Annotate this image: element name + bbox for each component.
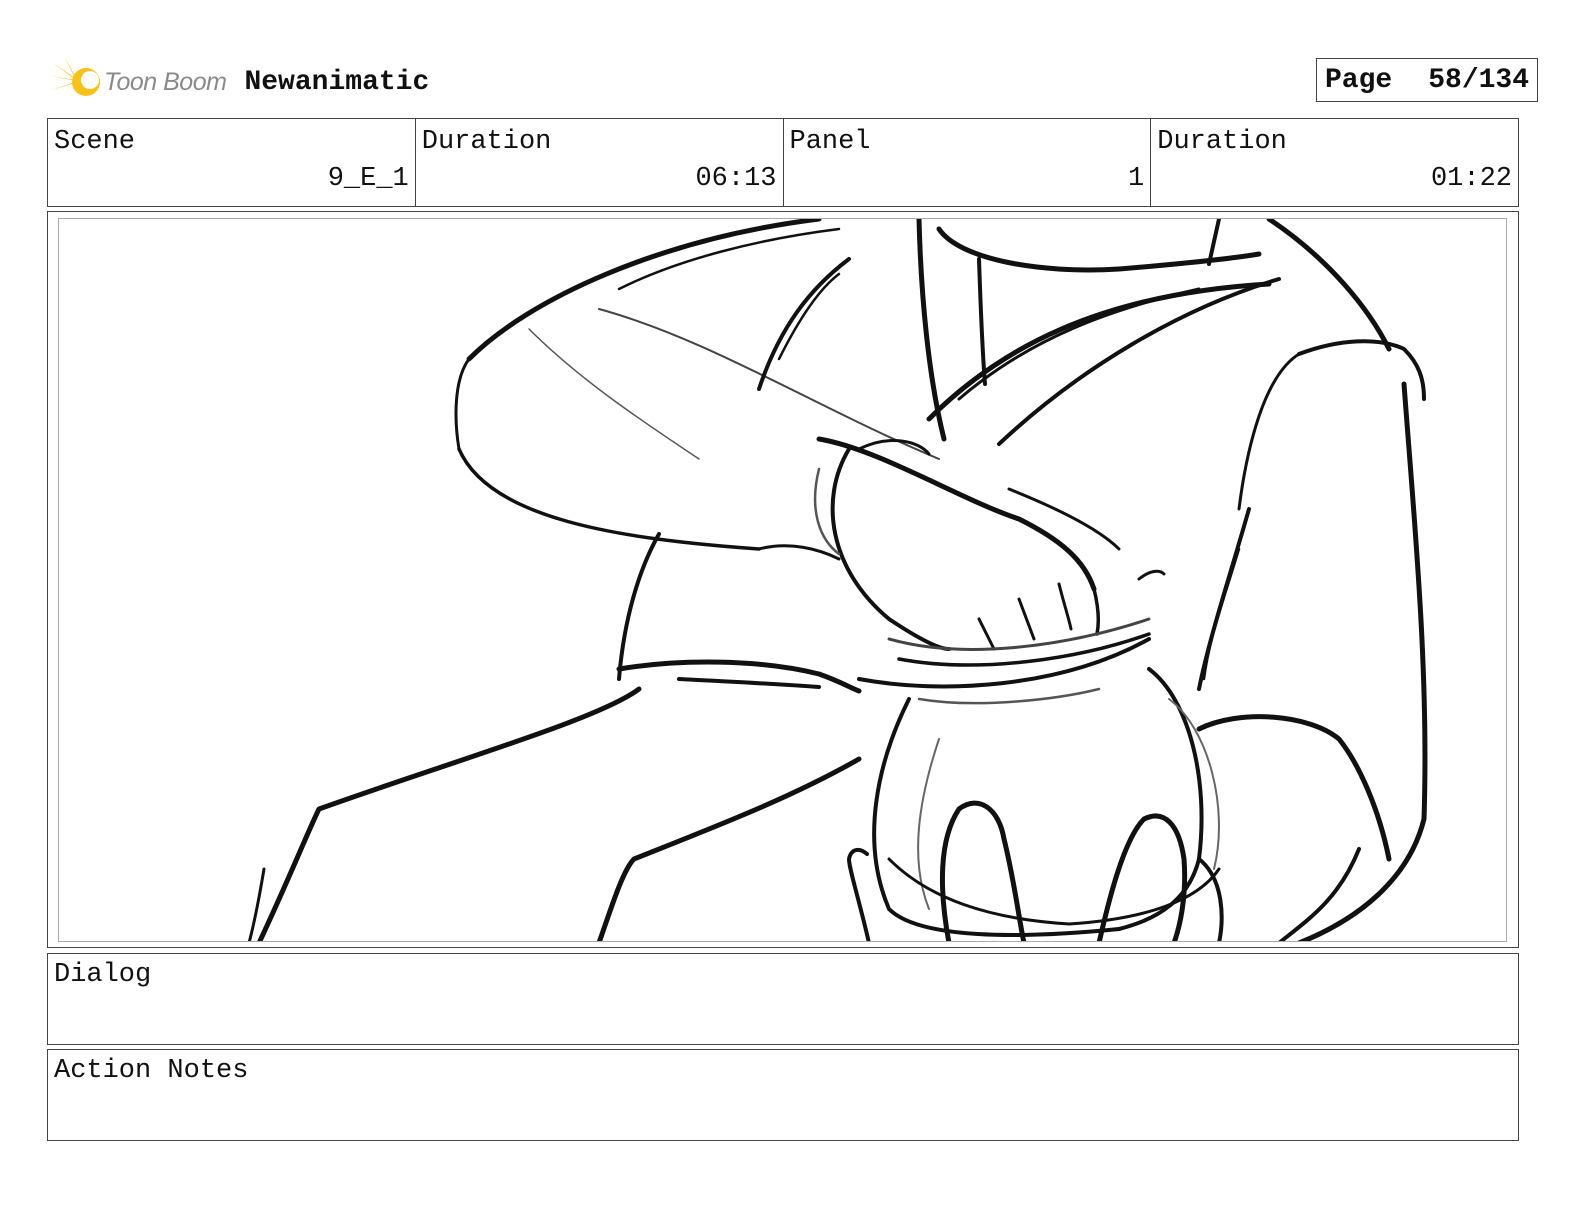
sketch-stroke — [617, 532, 661, 681]
sketch-stroke — [1017, 597, 1036, 641]
sketch-stroke — [777, 272, 841, 361]
sketch-stroke — [1202, 547, 1241, 681]
action-notes-box: Action Notes — [47, 1049, 1519, 1141]
sketch-stroke — [1092, 587, 1100, 636]
page-label: Page — [1325, 64, 1393, 96]
sketch-stroke — [257, 686, 642, 941]
sketch-stroke — [816, 436, 1097, 592]
sketch-stroke — [598, 308, 940, 460]
sketch-stroke — [247, 867, 266, 941]
panel-duration-label: Duration — [1157, 127, 1287, 157]
sketch-stroke — [897, 632, 1151, 667]
sketch-stroke — [757, 257, 851, 391]
project-title: Newanimatic — [244, 66, 430, 98]
panel-value: 1 — [1128, 164, 1145, 194]
page-value: 58/134 — [1428, 64, 1530, 96]
sketch-stroke — [677, 677, 821, 689]
scene-duration-label: Duration — [421, 127, 552, 157]
panel-drawing-area — [58, 218, 1507, 942]
panel-label: Panel — [789, 127, 871, 157]
sketch-stroke — [1057, 582, 1073, 631]
sketch-stroke — [757, 544, 841, 561]
sketch-stroke — [917, 687, 1101, 705]
starburst-icon — [50, 56, 100, 104]
storyboard-header: Toon Boom Newanimatic Page 58/134 — [50, 56, 1538, 108]
sketch-stroke — [847, 847, 871, 941]
sketch-stroke — [887, 857, 1221, 926]
page-counter: Page 58/134 — [1316, 58, 1538, 102]
sketch-stroke — [616, 659, 862, 694]
sketch-stroke — [597, 756, 862, 941]
sketch-stroke — [457, 447, 761, 551]
sketch-stroke — [1278, 847, 1361, 941]
sketch-stroke — [1117, 667, 1204, 931]
panel-cell: Panel 1 — [784, 119, 1152, 206]
sketch-stroke — [1297, 381, 1428, 941]
sketch-stroke — [977, 257, 987, 386]
scene-cell: Scene 9_E_1 — [48, 119, 416, 206]
panel-frame — [47, 211, 1519, 948]
dialog-box: Dialog — [47, 953, 1519, 1045]
sketch-stroke — [957, 287, 1201, 401]
scene-label: Scene — [54, 127, 136, 157]
sketch-stroke — [1196, 714, 1392, 862]
scene-value: 9_E_1 — [327, 164, 409, 194]
sketch-stroke — [1007, 487, 1121, 551]
panel-info-table: Scene 9_E_1 Duration 06:13 Panel 1 Durat… — [47, 118, 1519, 207]
scene-duration-value: 06:13 — [695, 164, 777, 194]
sketch-stroke — [528, 328, 700, 460]
sketch-stroke — [1266, 219, 1392, 352]
sketch-stroke — [1237, 352, 1301, 511]
panel-duration-cell: Duration 01:22 — [1151, 119, 1518, 206]
sketch-stroke — [1137, 569, 1166, 581]
action-notes-label: Action Notes — [54, 1056, 249, 1086]
toon-boom-logo: Toon Boom Newanimatic — [50, 56, 429, 108]
sketch-stroke — [977, 617, 996, 651]
sketch-stroke — [454, 357, 471, 451]
sketch-drawing — [247, 219, 1428, 941]
dialog-label: Dialog — [54, 960, 152, 990]
logo-wordmark: Toon Boom — [104, 67, 227, 96]
scene-duration-cell: Duration 06:13 — [416, 119, 784, 206]
sketch-stroke — [939, 800, 1027, 941]
panel-duration-value: 01:22 — [1430, 164, 1512, 194]
